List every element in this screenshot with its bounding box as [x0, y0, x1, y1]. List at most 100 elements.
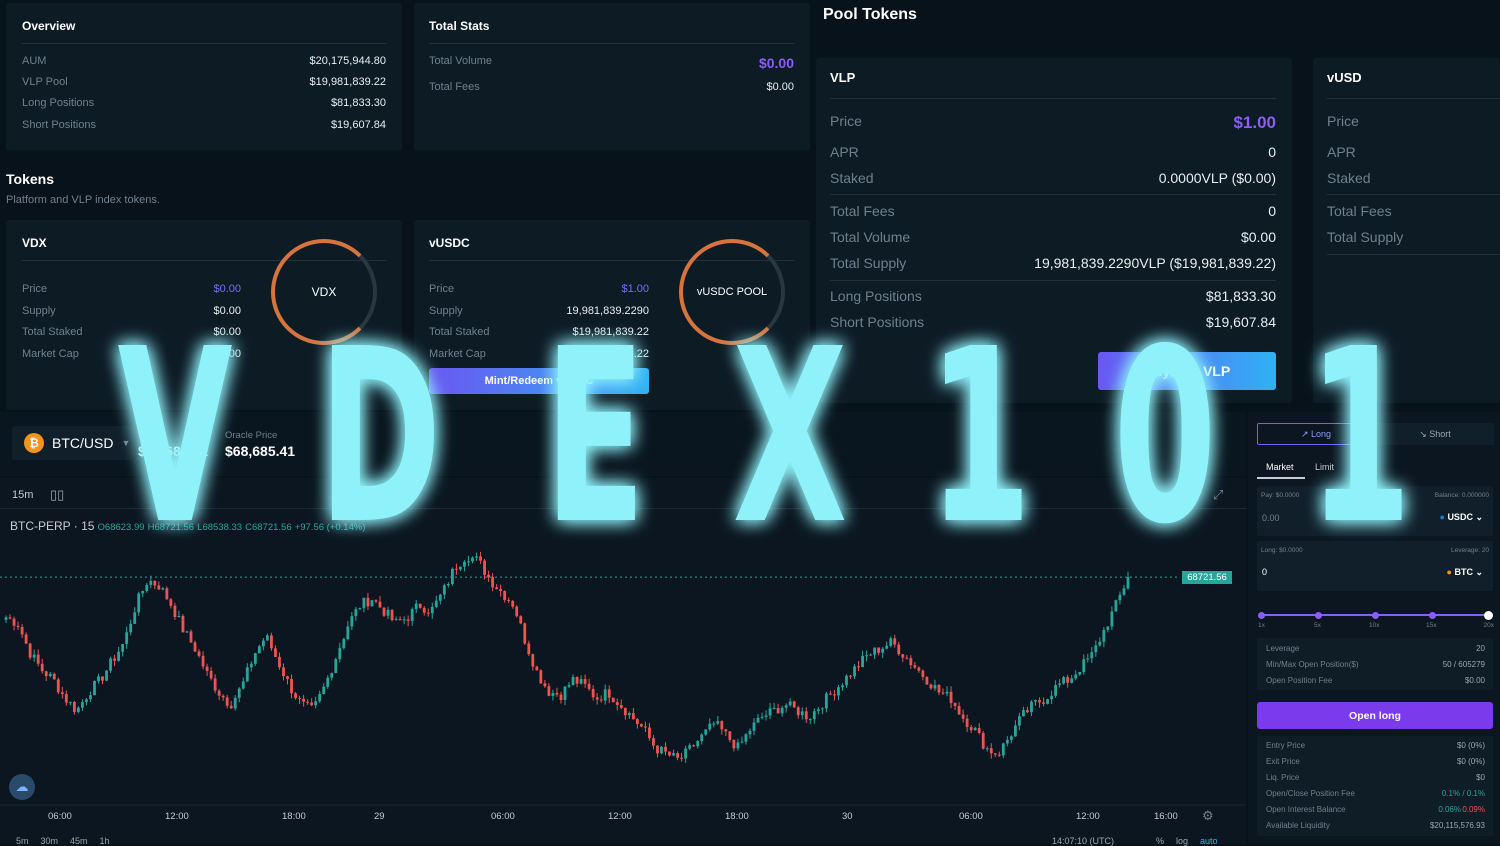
pay-box[interactable]: Pay: $0.0000 Balance: 0.000000 0.00 ● US…	[1257, 486, 1493, 536]
open-long-button[interactable]: Open long	[1257, 702, 1493, 729]
candle-body	[40, 663, 44, 672]
candle-body	[889, 638, 893, 646]
candle-body	[237, 688, 241, 698]
vlp-apr-row: APR 0	[830, 144, 1276, 160]
oracle-price-value: $68,685.41	[225, 443, 296, 459]
candle-body	[881, 648, 885, 653]
short-tab[interactable]: ↘ Short	[1376, 423, 1494, 445]
vusd-supply-row: Total Supply	[1327, 229, 1404, 245]
candle-body	[985, 748, 989, 750]
candle-body	[764, 715, 768, 717]
candle-body	[274, 648, 277, 657]
x-axis-label: 30	[842, 811, 853, 822]
vlp-title: VLP	[830, 70, 856, 85]
candle-body	[841, 685, 844, 688]
candlestick-chart[interactable]	[0, 478, 1246, 844]
range-30m[interactable]: 30m	[41, 836, 59, 846]
candle-body	[177, 616, 181, 618]
candle-body	[571, 676, 575, 686]
range-5m[interactable]: 5m	[16, 836, 29, 846]
candle-body	[60, 692, 64, 694]
candle-body	[1094, 645, 1098, 653]
candle-body	[398, 619, 402, 621]
settings-gear-icon[interactable]: ⚙	[1202, 808, 1214, 824]
candle-body	[531, 654, 535, 667]
candle-body	[901, 654, 905, 658]
auto-toggle[interactable]: auto	[1200, 836, 1218, 846]
pair-selector[interactable]: ₿ BTC/USD ▼	[12, 426, 134, 460]
limit-tab[interactable]: Limit	[1315, 462, 1334, 472]
overview-row-long: Long Positions $81,833.30	[22, 97, 386, 109]
candle-body	[410, 609, 414, 621]
total-stats-panel: Total Stats Total Volume $0.00 Total Fees…	[414, 3, 810, 150]
candle-body	[406, 619, 410, 621]
long-token-select[interactable]: ● BTC ⌄	[1447, 567, 1484, 578]
candle-body	[137, 593, 141, 613]
candle-body	[929, 684, 933, 689]
candle-body	[1038, 700, 1041, 703]
candle-body	[314, 701, 318, 706]
candle-body	[816, 709, 820, 712]
candle-body	[664, 746, 667, 752]
candle-body	[76, 707, 80, 712]
candle-body	[350, 616, 354, 627]
candle-body	[1122, 588, 1126, 595]
candle-body	[527, 643, 531, 655]
candle-body	[28, 643, 32, 658]
candle-body	[414, 603, 418, 610]
candle-body	[1022, 710, 1025, 717]
candle-body	[672, 753, 675, 756]
candle-body	[591, 688, 595, 698]
percent-toggle[interactable]: %	[1156, 836, 1164, 846]
vdx-staked-row: Total Staked $0.00	[22, 326, 241, 338]
leverage-slider[interactable]	[1258, 609, 1493, 621]
candle-body	[241, 681, 245, 689]
candle-body	[688, 745, 692, 749]
candle-body	[326, 677, 330, 687]
candle-body	[306, 701, 310, 703]
long-amount-input[interactable]: 0	[1262, 567, 1267, 577]
vusd-staked-row: Staked	[1327, 170, 1371, 186]
pay-token-select[interactable]: ● USDC ⌄	[1439, 512, 1483, 523]
candle-body	[969, 726, 973, 731]
candle-body	[471, 557, 474, 562]
total-fees-row: Total Fees $0.00	[429, 81, 794, 93]
long-box[interactable]: Long: $0.0000 Leverage: 20 0 ● BTC ⌄	[1257, 541, 1493, 591]
candle-body	[169, 599, 173, 606]
candle-body	[36, 654, 40, 664]
candle-body	[1046, 699, 1049, 704]
x-axis-label: 06:00	[959, 811, 983, 822]
long-tab[interactable]: ↗ Long	[1257, 423, 1375, 445]
candle-body	[1090, 652, 1094, 659]
market-tab[interactable]: Market	[1266, 462, 1294, 472]
candle-body	[193, 642, 197, 652]
candle-body	[776, 708, 780, 714]
total-stats-title: Total Stats	[429, 19, 490, 33]
pay-amount-input[interactable]: 0.00	[1262, 513, 1280, 523]
candle-body	[833, 694, 836, 696]
candle-body	[523, 623, 527, 644]
candle-body	[64, 693, 68, 703]
range-1h[interactable]: 1h	[100, 836, 110, 846]
vlp-fees-row: Total Fees 0	[830, 203, 1276, 219]
buy-sell-vlp-button[interactable]: Buy/Sell VLP	[1098, 352, 1276, 390]
candle-body	[857, 666, 860, 668]
candle-body	[101, 676, 104, 681]
leverage-slider-knob[interactable]	[1484, 611, 1493, 620]
range-45m[interactable]: 45m	[70, 836, 88, 846]
candle-body	[153, 580, 157, 586]
candle-body	[1110, 611, 1114, 627]
candle-body	[286, 676, 289, 679]
candle-body	[1013, 725, 1017, 737]
candle-body	[656, 745, 659, 754]
candle-body	[205, 666, 209, 671]
candle-body	[933, 685, 937, 689]
log-toggle[interactable]: log	[1176, 836, 1188, 846]
vusd-panel: vUSD Price APR Staked Total Fees Total S…	[1313, 58, 1500, 403]
candle-body	[752, 722, 756, 731]
vdx-marketcap-row: Market Cap $0.00	[22, 348, 241, 360]
candle-body	[853, 666, 856, 677]
tradingview-logo-icon[interactable]: ☁	[9, 774, 35, 800]
candle-body	[937, 685, 941, 693]
mint-redeem-button[interactable]: Mint/Redeem vUSDC	[429, 368, 649, 394]
